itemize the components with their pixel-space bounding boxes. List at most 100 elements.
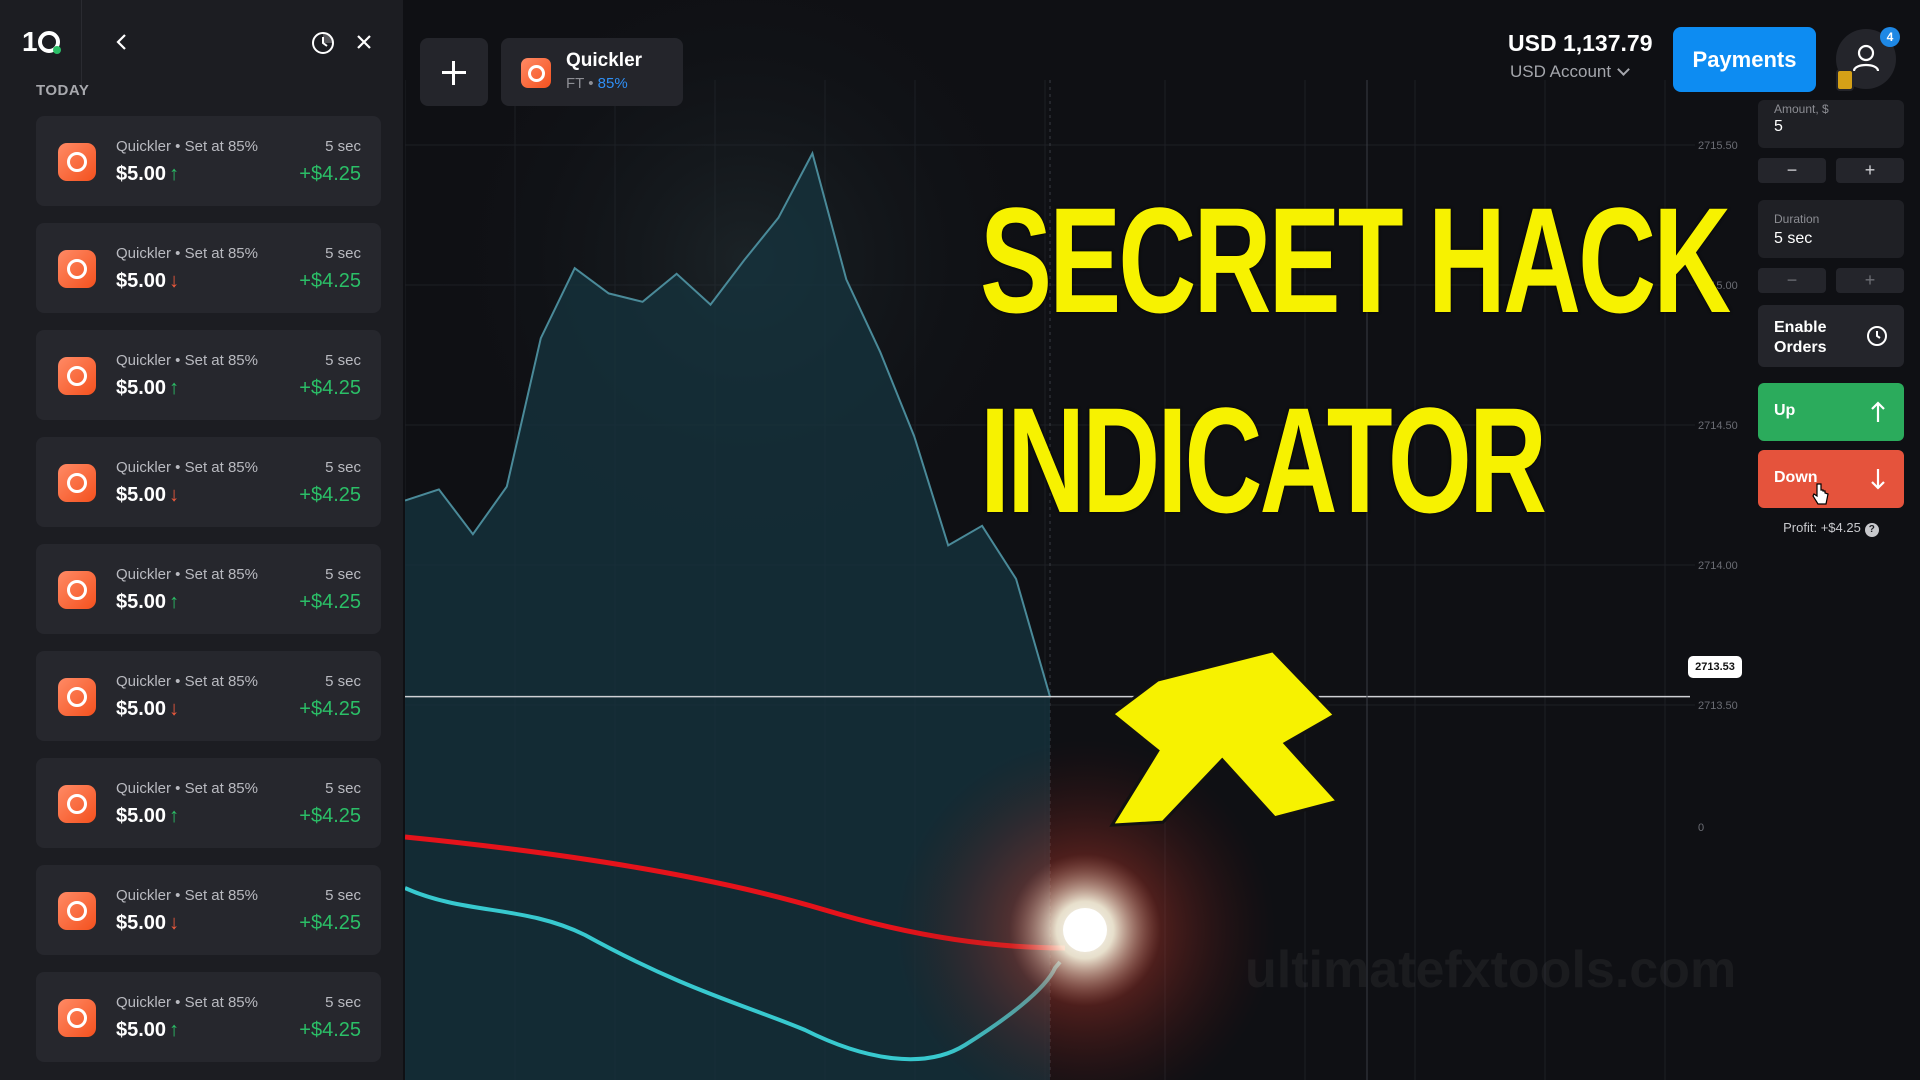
trade-list: Quickler • Set at 85% $5.00 ↑ 5 sec +$4.25 Qu… [36,116,381,1079]
trade-amount-value: $5.00 [116,377,167,399]
chevron-left-icon[interactable] [110,30,134,54]
down-label: Down [1774,469,1818,486]
trade-card[interactable]: Quickler • Set at 85% $5.00 ↓ 5 sec +$4.25 [36,865,381,955]
trade-amount: $5.00 ↓ [116,912,179,935]
duration-label: Duration [1774,212,1820,226]
trade-amount: $5.00 ↓ [116,698,179,721]
profit-text: Profit: +$4.25 [1783,520,1861,535]
trade-amount: $5.00 ↑ [116,805,179,828]
duration-value: 5 sec [1774,230,1813,247]
amount-label: Amount, $ [1774,102,1829,116]
trade-card[interactable]: Quickler • Set at 85% $5.00 ↑ 5 sec +$4.25 [36,116,381,206]
flare-core [1063,908,1107,952]
asset-payout: 85% [597,75,628,92]
duration-plus-button[interactable]: + [1836,268,1904,293]
trade-amount: $5.00 ↑ [116,591,179,614]
mouse-cursor-icon [1812,483,1829,505]
logo-text: 1 [22,26,38,57]
history-icon[interactable] [310,30,336,56]
direction-up-icon: ↑ [169,1019,180,1041]
quickler-asset-icon [58,143,96,181]
asset-tab-quickler[interactable]: Quickler FT • 85% [501,38,683,106]
y-tick: 0 [1698,822,1705,834]
divider [81,0,82,88]
trade-profit: +$4.25 [299,912,361,934]
trade-duration: 5 sec [325,887,361,904]
quickler-asset-icon [58,785,96,823]
section-label-today: TODAY [36,82,90,99]
trade-card[interactable]: Quickler • Set at 85% $5.00 ↓ 5 sec +$4.25 [36,437,381,527]
trade-profit: +$4.25 [299,591,361,613]
sidebar-header: 1 [0,0,403,88]
trade-amount: $5.00 ↑ [116,163,179,186]
payments-button[interactable]: Payments [1673,27,1816,92]
trade-profit: +$4.25 [299,163,361,185]
enable-orders-label: Enable Orders [1774,319,1827,356]
arrow-up-icon [1871,401,1885,422]
trade-amount-value: $5.00 [116,591,167,613]
enable-orders-button[interactable]: Enable Orders [1758,305,1904,367]
trade-asset-label: Quickler • Set at 85% [116,994,258,1011]
notification-badge: 4 [1880,27,1900,47]
direction-down-icon: ↓ [169,912,180,934]
trade-duration: 5 sec [325,459,361,476]
quickler-asset-icon [58,357,96,395]
watermark: ultimatefxtools.com [1245,941,1737,999]
direction-up-icon: ↑ [169,805,180,827]
close-icon[interactable] [352,30,376,54]
down-button[interactable]: Down [1758,450,1904,508]
trade-asset-label: Quickler • Set at 85% [116,673,258,690]
quickler-asset-icon [521,58,551,88]
y-tick: 2714.50 [1698,420,1738,432]
trade-amount-value: $5.00 [116,912,167,934]
clock-icon [1867,326,1887,346]
quickler-asset-icon [58,250,96,288]
duration-minus-button[interactable]: − [1758,268,1826,293]
logo-mark [37,31,61,54]
amount-value: 5 [1774,118,1783,135]
trade-amount-value: $5.00 [116,1019,167,1041]
add-asset-button[interactable] [420,38,488,106]
trade-profit: +$4.25 [299,484,361,506]
app-root: 2715.50 2715.00 2714.50 2714.00 2713.50 … [0,0,1920,1080]
trade-profit: +$4.25 [299,698,361,720]
y-tick: 2714.00 [1698,560,1738,572]
up-button[interactable]: Up [1758,383,1904,441]
asset-type: FT [566,75,585,92]
direction-up-icon: ↑ [169,591,180,613]
trade-card[interactable]: Quickler • Set at 85% $5.00 ↑ 5 sec +$4.25 [36,330,381,420]
trade-duration: 5 sec [325,673,361,690]
y-tick: 2713.50 [1698,700,1738,712]
trade-amount: $5.00 ↓ [116,270,179,293]
asset-separator: • [584,75,598,92]
trade-card[interactable]: Quickler • Set at 85% $5.00 ↓ 5 sec +$4.25 [36,223,381,313]
amount-field[interactable]: Amount, $ 5 [1758,100,1904,148]
duration-field[interactable]: Duration 5 sec [1758,200,1904,258]
asset-name: Quickler [566,50,643,71]
trade-card[interactable]: Quickler • Set at 85% $5.00 ↑ 5 sec +$4.25 [36,972,381,1062]
account-selector[interactable]: USD Account [1510,62,1630,82]
trade-card[interactable]: Quickler • Set at 85% $5.00 ↓ 5 sec +$4.25 [36,651,381,741]
trade-history-sidebar: 1 TODAY Quickler • Set at 85% $5.00 ↑ 5 sec… [0,0,403,1080]
chevron-down-icon [1617,63,1630,76]
trade-amount-value: $5.00 [116,805,167,827]
trade-asset-label: Quickler • Set at 85% [116,245,258,262]
amount-plus-button[interactable]: + [1836,158,1904,183]
asset-subtitle: FT • 85% [566,75,628,92]
trade-card[interactable]: Quickler • Set at 85% $5.00 ↑ 5 sec +$4.25 [36,758,381,848]
direction-down-icon: ↓ [169,698,180,720]
trade-asset-label: Quickler • Set at 85% [116,352,258,369]
trade-amount-value: $5.00 [116,163,167,185]
trade-duration: 5 sec [325,566,361,583]
coins-icon [1836,69,1854,91]
trade-card[interactable]: Quickler • Set at 85% $5.00 ↑ 5 sec +$4.25 [36,544,381,634]
amount-minus-button[interactable]: − [1758,158,1826,183]
profile-avatar[interactable]: 4 [1836,27,1900,91]
help-icon[interactable]: ? [1864,523,1879,537]
trade-amount: $5.00 ↑ [116,377,179,400]
headline-overlay: SECRET HACK INDICATOR [980,176,1731,544]
y-tick: 2715.50 [1698,140,1738,152]
trade-amount-value: $5.00 [116,270,167,292]
up-label: Up [1774,402,1796,419]
quickler-asset-icon [58,999,96,1037]
